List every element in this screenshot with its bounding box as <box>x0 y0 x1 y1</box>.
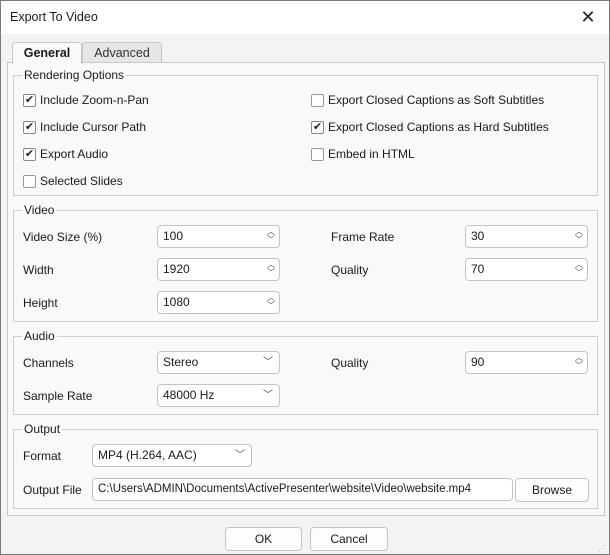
audio-quality-stepper[interactable]: 90 ︿ ﹀ <box>465 351 588 374</box>
frame-rate-value: 30 <box>471 229 485 243</box>
audio-quality-value: 90 <box>471 355 485 369</box>
format-label: Format <box>23 449 62 463</box>
video-quality-label: Quality <box>331 263 369 277</box>
audio-quality-label: Quality <box>331 356 369 370</box>
checkbox-label: Export Closed Captions as Hard Subtitles <box>328 120 549 134</box>
group-label: Output <box>22 422 63 436</box>
video-quality-stepper[interactable]: 70 ︿ ﹀ <box>465 258 588 281</box>
width-stepper[interactable]: 1920 ︿ ﹀ <box>157 258 280 281</box>
height-label: Height <box>23 296 58 310</box>
spin-arrows-icon[interactable]: ︿ ﹀ <box>575 354 583 370</box>
spin-arrows-icon[interactable]: ︿ ﹀ <box>575 228 583 244</box>
height-stepper[interactable]: 1080 ︿ ﹀ <box>157 291 280 314</box>
export-to-video-dialog: Export To Video ✕ General Advanced Rende… <box>0 0 610 555</box>
title-bar: Export To Video ✕ <box>1 1 609 34</box>
spin-arrows-icon[interactable]: ︿ ﹀ <box>267 261 275 277</box>
checkmark-icon[interactable]: ✔ <box>23 120 36 134</box>
checkbox-label: Embed in HTML <box>328 147 415 161</box>
width-value: 1920 <box>163 262 190 276</box>
spin-arrows-icon[interactable]: ︿ ﹀ <box>575 261 583 277</box>
channels-label: Channels <box>23 356 74 370</box>
checkbox-option[interactable]: ✔ Export Audio <box>23 147 108 161</box>
chevron-down-icon: ﹀ <box>235 450 245 461</box>
width-label: Width <box>23 263 54 277</box>
ok-button[interactable]: OK <box>225 527 302 551</box>
checkbox-label: Include Cursor Path <box>40 120 147 134</box>
group-label: Video <box>22 203 57 217</box>
chevron-down-icon: ﹀ <box>263 390 273 401</box>
checkbox-label: Export Audio <box>40 147 109 161</box>
checkmark-icon[interactable]: ✔ <box>23 93 36 107</box>
group-label: Rendering Options <box>22 68 127 82</box>
close-icon[interactable]: ✕ <box>575 5 601 29</box>
output-file-input[interactable]: C:\Users\ADMIN\Documents\ActivePresenter… <box>92 478 513 501</box>
checkbox-empty-icon[interactable] <box>311 147 324 161</box>
frame-rate-label: Frame Rate <box>331 230 395 244</box>
dialog-title: Export To Video <box>10 10 98 24</box>
output-file-value: C:\Users\ADMIN\Documents\ActivePresenter… <box>98 483 472 495</box>
resize-grip-icon[interactable]: ⋰ <box>598 544 606 553</box>
sample-rate-value: 48000 Hz <box>163 388 215 402</box>
height-value: 1080 <box>163 295 190 309</box>
checkbox-option[interactable]: Selected Slides <box>23 174 123 188</box>
spin-arrows-icon[interactable]: ︿ ﹀ <box>267 294 275 310</box>
sample-rate-select[interactable]: 48000 Hz ﹀ <box>157 384 280 407</box>
video-quality-value: 70 <box>471 262 485 276</box>
audio-group: Audio <box>13 329 598 415</box>
spin-arrows-icon[interactable]: ︿ ﹀ <box>267 228 275 244</box>
output-file-label: Output File <box>23 483 82 497</box>
checkbox-empty-icon[interactable] <box>23 174 36 188</box>
checkbox-label: Include Zoom-n-Pan <box>40 93 149 107</box>
cancel-button[interactable]: Cancel <box>310 527 388 551</box>
checkbox-option[interactable]: Export Closed Captions as Soft Subtitles <box>311 93 544 107</box>
channels-select[interactable]: Stereo ﹀ <box>157 351 280 374</box>
checkmark-icon[interactable]: ✔ <box>311 120 324 134</box>
checkbox-empty-icon[interactable] <box>311 93 324 107</box>
checkmark-icon[interactable]: ✔ <box>23 147 36 161</box>
sample-rate-label: Sample Rate <box>23 389 93 403</box>
browse-button[interactable]: Browse <box>515 478 589 502</box>
video-size-label: Video Size (%) <box>23 230 103 244</box>
format-select[interactable]: MP4 (H.264, AAC) ﹀ <box>92 444 252 467</box>
video-size-value: 100 <box>163 229 184 243</box>
chevron-down-icon: ﹀ <box>263 357 273 368</box>
checkbox-option[interactable]: ✔ Include Cursor Path <box>23 120 146 134</box>
group-label: Audio <box>22 329 57 343</box>
checkbox-option[interactable]: ✔ Include Zoom-n-Pan <box>23 93 149 107</box>
tab-advanced[interactable]: Advanced <box>82 42 162 63</box>
checkbox-option[interactable]: Embed in HTML <box>311 147 415 161</box>
format-value: MP4 (H.264, AAC) <box>98 448 197 462</box>
checkbox-label: Selected Slides <box>40 174 123 188</box>
frame-rate-stepper[interactable]: 30 ︿ ﹀ <box>465 225 588 248</box>
checkbox-label: Export Closed Captions as Soft Subtitles <box>328 93 545 107</box>
channels-value: Stereo <box>163 355 199 369</box>
tab-general[interactable]: General <box>12 42 82 64</box>
video-size-stepper[interactable]: 100 ︿ ﹀ <box>157 225 280 248</box>
checkbox-option[interactable]: ✔ Export Closed Captions as Hard Subtitle… <box>311 120 549 134</box>
